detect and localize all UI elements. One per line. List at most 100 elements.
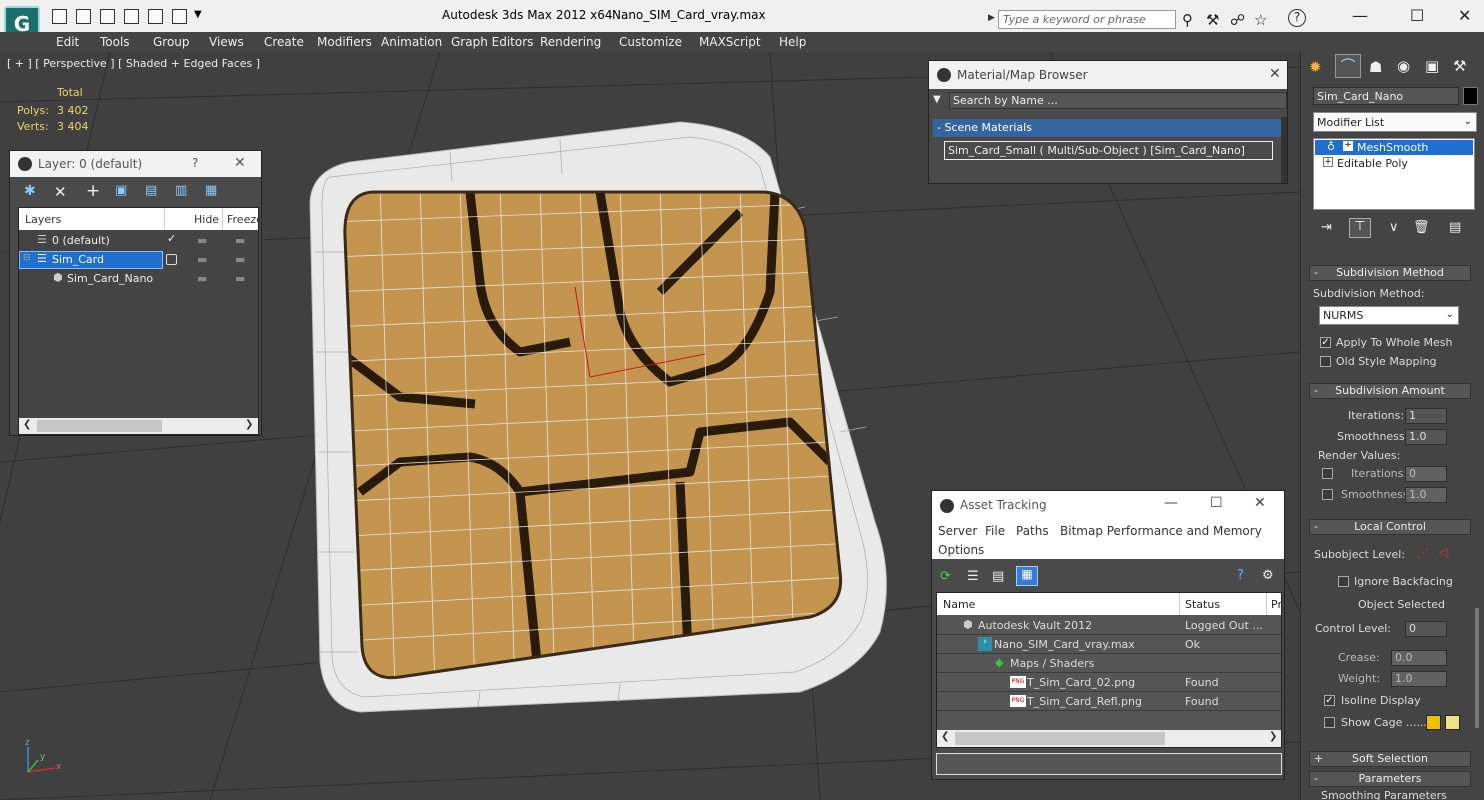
expand-icon[interactable]: + xyxy=(1323,157,1333,167)
freeze-toggle[interactable]: ▬ xyxy=(235,234,245,247)
undo-icon[interactable] xyxy=(100,9,115,24)
menu-tools[interactable]: Tools xyxy=(100,35,130,49)
table-row[interactable]: › Nano_SIM_Card_vray.max Ok xyxy=(937,635,1281,654)
menu-create[interactable]: Create xyxy=(264,35,304,49)
table-row[interactable]: PNG T_Sim_Card_02.png Found xyxy=(937,673,1281,692)
show-end-result-icon[interactable]: ⊤ xyxy=(1349,218,1371,238)
display-tab-icon[interactable]: ▣ xyxy=(1425,57,1439,75)
hierarchy-tab-icon[interactable]: ☗ xyxy=(1369,58,1382,76)
create-tab-icon[interactable]: ✹ xyxy=(1309,58,1322,76)
search-expand-icon[interactable]: ▶ xyxy=(988,13,995,23)
menu-group[interactable]: Group xyxy=(153,35,190,49)
configure-sets-icon[interactable]: ▤ xyxy=(1449,220,1461,235)
menu-help[interactable]: Help xyxy=(779,35,806,49)
layer-panel-titlebar[interactable]: Layer: 0 (default) ? ✕ xyxy=(10,151,261,177)
menu-graph-editors[interactable]: Graph Editors xyxy=(451,35,533,49)
expand-icon[interactable]: + xyxy=(1343,141,1353,151)
render-smoothness-spinner[interactable]: 1.0 xyxy=(1405,487,1447,503)
col-freeze[interactable]: Freeze xyxy=(227,213,263,226)
rollout-subdivision-amount[interactable]: - Subdivision Amount xyxy=(1309,383,1471,399)
col-pr[interactable]: Pr xyxy=(1271,598,1282,611)
menu-edit[interactable]: Edit xyxy=(56,35,79,49)
rollout-soft-selection[interactable]: + Soft Selection xyxy=(1309,751,1471,767)
menu-views[interactable]: Views xyxy=(209,35,244,49)
hold-icon[interactable] xyxy=(148,9,163,24)
menu-file[interactable]: File xyxy=(985,524,1005,538)
stack-item-editable-poly[interactable]: + Editable Poly xyxy=(1315,156,1473,171)
subdivision-method-select[interactable]: NURMS ⌄ xyxy=(1319,306,1459,325)
ignore-backfacing-checkbox[interactable] xyxy=(1338,576,1349,587)
hide-all-icon[interactable]: ▥ xyxy=(175,183,187,198)
save-icon[interactable] xyxy=(76,9,91,24)
render-iterations-spinner[interactable]: 0 xyxy=(1405,466,1447,482)
control-level-spinner[interactable]: 0 xyxy=(1405,621,1447,637)
iterations-spinner[interactable]: 1 xyxy=(1405,408,1447,424)
select-objects-icon[interactable]: ▣ xyxy=(115,183,127,198)
close-icon[interactable]: ✕ xyxy=(1269,66,1281,82)
isoline-display-checkbox[interactable]: ✓ xyxy=(1324,695,1335,706)
lightbulb-icon[interactable]: ♁ xyxy=(1327,140,1335,153)
qat-dropdown-icon[interactable]: ▼ xyxy=(194,9,202,20)
close-button[interactable]: ✕ xyxy=(1458,6,1471,25)
apply-whole-mesh-checkbox[interactable]: ✓ xyxy=(1320,337,1331,348)
table-view-icon[interactable]: ▦ xyxy=(1016,566,1038,586)
hide-toggle[interactable]: ▬ xyxy=(197,253,207,266)
asset-path-field[interactable] xyxy=(936,753,1282,775)
list-view-icon[interactable]: ☰ xyxy=(967,569,979,584)
pin-stack-icon[interactable]: ⇥ xyxy=(1321,220,1332,235)
show-cage-checkbox[interactable] xyxy=(1324,717,1335,728)
close-icon[interactable]: ✕ xyxy=(234,155,246,171)
menu-bitmap-performance[interactable]: Bitmap Performance and Memory xyxy=(1060,524,1262,538)
menu-paths[interactable]: Paths xyxy=(1016,524,1049,538)
material-browser-titlebar[interactable]: Material/Map Browser ✕ xyxy=(929,61,1287,89)
table-row[interactable]: ◆ Maps / Shaders xyxy=(937,654,1281,673)
viewport-label[interactable]: [ + ] [ Perspective ] [ Shaded + Edged F… xyxy=(7,57,260,70)
menu-customize[interactable]: Customize xyxy=(619,35,682,49)
menu-server[interactable]: Server xyxy=(938,524,977,538)
rollout-subdivision-method[interactable]: - Subdivision Method xyxy=(1309,265,1471,281)
current-layer-checkbox[interactable] xyxy=(166,254,177,265)
tools-icon[interactable]: ⚒ xyxy=(1206,11,1219,29)
crease-spinner[interactable]: 0.0 xyxy=(1391,650,1447,666)
object-color-swatch[interactable] xyxy=(1463,87,1478,105)
col-layers[interactable]: Layers xyxy=(25,213,61,226)
object-name-field[interactable]: Sim_Card_Nano xyxy=(1313,87,1459,105)
layer-row[interactable]: ⬢ Sim_Card_Nano ▬ ▬ xyxy=(19,270,258,288)
modify-tab-icon[interactable]: ⌒ xyxy=(1335,54,1361,78)
hide-toggle[interactable]: ▬ xyxy=(197,272,207,285)
freeze-toggle[interactable]: ▬ xyxy=(235,272,245,285)
freeze-all-icon[interactable]: ▦ xyxy=(205,183,217,198)
new-layer-icon[interactable]: ✱ xyxy=(24,183,36,199)
subscription-icon[interactable]: ☍ xyxy=(1230,11,1245,29)
utilities-tab-icon[interactable]: ⚒ xyxy=(1453,57,1466,75)
hide-toggle[interactable]: ▬ xyxy=(197,234,207,247)
edge-level-icon[interactable]: ◁ xyxy=(1439,545,1448,559)
remove-modifier-icon[interactable]: 🗑 xyxy=(1413,220,1430,235)
table-row[interactable]: ⬢ Autodesk Vault 2012 Logged Out ... xyxy=(937,616,1281,635)
col-hide[interactable]: Hide xyxy=(194,213,219,226)
options-dropdown-icon[interactable]: ▼ xyxy=(933,94,941,105)
fetch-icon[interactable] xyxy=(172,9,187,24)
refresh-icon[interactable]: ⟳ xyxy=(940,569,951,584)
cage-color-2-swatch[interactable] xyxy=(1445,715,1460,730)
material-search-input[interactable]: Search by Name ... xyxy=(949,92,1287,109)
render-iterations-checkbox[interactable] xyxy=(1322,468,1333,479)
help-button[interactable]: ? xyxy=(192,156,198,170)
rollout-local-control[interactable]: - Local Control xyxy=(1309,519,1471,535)
maximize-button[interactable]: ☐ xyxy=(1410,6,1424,25)
add-to-layer-icon[interactable]: + xyxy=(86,181,100,201)
motion-tab-icon[interactable]: ◉ xyxy=(1397,57,1410,75)
material-vscrollbar[interactable] xyxy=(1281,117,1287,183)
help-icon[interactable]: ? xyxy=(1288,9,1306,27)
layer-row[interactable]: ☰ 0 (default) ✓ ▬ ▬ xyxy=(19,232,258,250)
modifier-list-dropdown[interactable]: Modifier List ⌄ xyxy=(1313,112,1477,132)
col-status[interactable]: Status xyxy=(1185,598,1220,611)
layer-row[interactable]: ⊟ ☰ Sim_Card ▬ ▬ xyxy=(19,251,258,269)
minimize-button[interactable]: — xyxy=(1164,495,1178,511)
minimize-button[interactable]: — xyxy=(1352,6,1368,25)
weight-spinner[interactable]: 1.0 xyxy=(1391,671,1447,687)
search-input[interactable]: Type a keyword or phrase xyxy=(998,10,1176,29)
vertex-level-icon[interactable]: ⋰ xyxy=(1417,546,1429,560)
tree-view-icon[interactable]: ▤ xyxy=(992,569,1004,584)
settings-icon[interactable]: ⚙ xyxy=(1262,568,1274,583)
